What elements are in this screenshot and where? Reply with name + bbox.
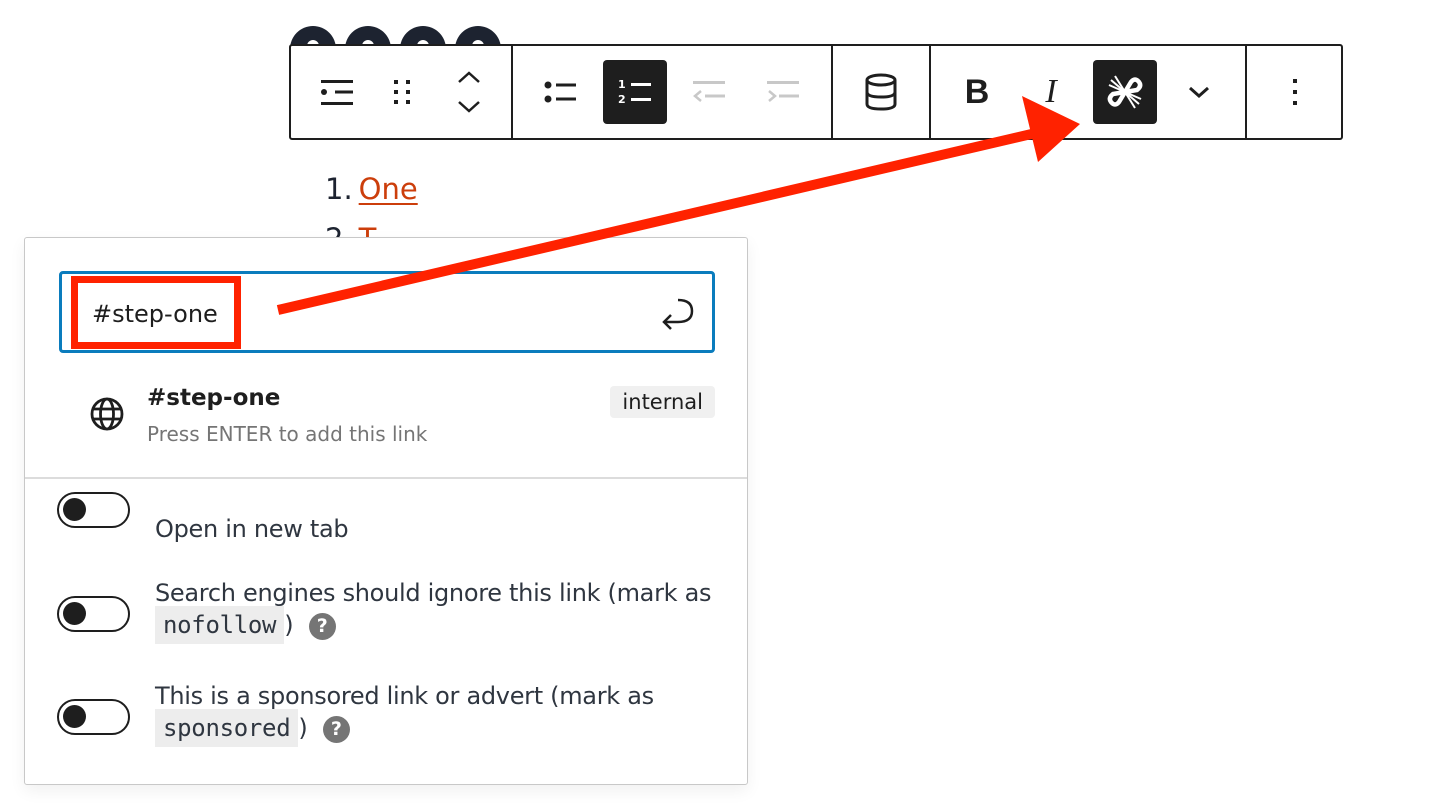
italic-button[interactable]: I (1019, 60, 1083, 124)
outdent-button[interactable] (677, 60, 741, 124)
globe-icon (90, 397, 124, 431)
database-icon (865, 73, 897, 111)
svg-text:2: 2 (618, 93, 626, 106)
outdent-icon (693, 81, 725, 102)
suggestion-type-badge: internal (610, 386, 715, 418)
open-new-tab-toggle[interactable] (57, 492, 130, 528)
database-button[interactable] (849, 60, 913, 124)
more-formatting-button[interactable] (1167, 60, 1231, 124)
more-vertical-icon (1293, 79, 1297, 105)
svg-text:1: 1 (618, 78, 626, 91)
link-icon (1107, 75, 1143, 109)
suggestion-title: #step-one (147, 385, 281, 411)
unordered-list-button[interactable] (529, 60, 593, 124)
options-button[interactable] (1263, 60, 1327, 124)
suggestion-description: Press ENTER to add this link (147, 422, 428, 446)
list-item-link[interactable]: One (359, 172, 418, 222)
setting-label: Open in new tab (155, 515, 349, 543)
enter-return-icon (662, 298, 694, 330)
list-item: 1. One (325, 172, 418, 222)
drag-handle-button[interactable] (371, 60, 435, 124)
link-suggestion[interactable]: #step-one Press ENTER to add this link i… (59, 376, 715, 456)
sponsored-toggle[interactable] (57, 699, 130, 735)
setting-label: This is a sponsored link or advert (mark… (155, 680, 715, 747)
indent-icon (767, 81, 799, 102)
toolbar-group-options (1247, 46, 1343, 138)
settings-divider (25, 477, 747, 479)
ordered-list-icon: 12 (618, 78, 651, 106)
sponsored-code: sponsored (155, 709, 299, 747)
unordered-list-icon (544, 81, 576, 103)
link-button[interactable] (1093, 60, 1157, 124)
chevron-down-icon (1189, 86, 1209, 99)
move-up-down-icon (458, 71, 480, 113)
toolbar-group-data (833, 46, 931, 138)
submit-link-button[interactable] (656, 292, 698, 334)
toolbar-group-block (291, 46, 513, 138)
bold-icon: B (964, 72, 990, 111)
move-up-down-button[interactable] (437, 60, 501, 124)
annotation-highlight-box (71, 276, 241, 349)
list-block-button[interactable] (305, 60, 369, 124)
list-block-icon (321, 80, 353, 105)
nofollow-toggle[interactable] (57, 596, 130, 632)
indent-button[interactable] (751, 60, 815, 124)
toolbar-group-format: B I (931, 46, 1247, 138)
nofollow-code: nofollow (155, 606, 285, 644)
help-icon[interactable]: ? (322, 715, 350, 743)
ordered-list-button[interactable]: 12 (603, 60, 667, 124)
help-icon[interactable]: ? (308, 612, 336, 640)
italic-icon: I (1045, 73, 1057, 110)
block-toolbar: 12 B I (289, 44, 1343, 140)
drag-handle-icon (394, 80, 410, 104)
setting-label: Search engines should ignore this link (… (155, 577, 715, 644)
bold-button[interactable]: B (945, 60, 1009, 124)
heading-fragment (290, 0, 510, 46)
toolbar-group-list: 12 (513, 46, 833, 138)
list-number: 1. (325, 172, 353, 206)
